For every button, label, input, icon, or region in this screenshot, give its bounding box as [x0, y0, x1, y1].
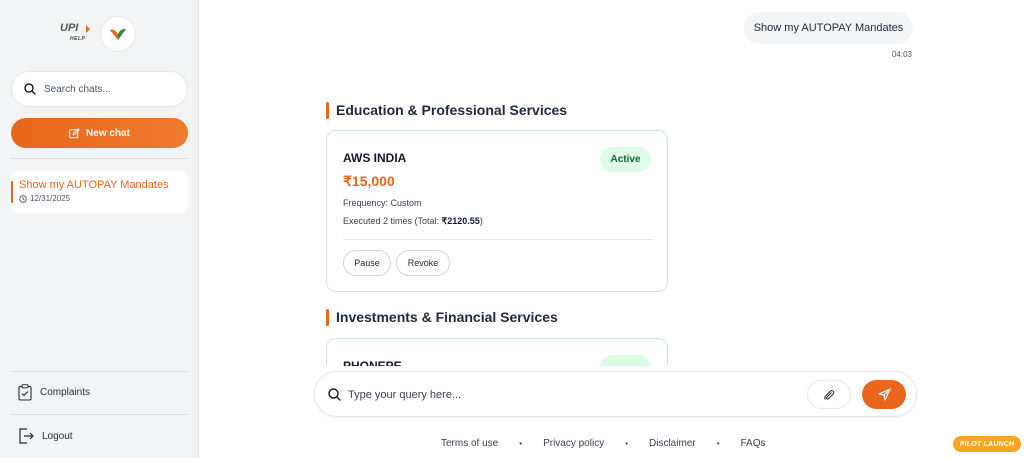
message-timestamp: 04:03	[891, 50, 912, 59]
separator-dot: •	[519, 439, 523, 448]
clock-icon	[19, 194, 27, 203]
separator-dot: •	[716, 439, 720, 448]
logout-link[interactable]: Logout	[18, 428, 73, 444]
attach-button[interactable]	[807, 380, 851, 409]
revoke-button[interactable]: Revoke	[396, 250, 450, 276]
edit-icon	[69, 127, 80, 138]
execution-prefix: Executed 2 times (Total:	[343, 216, 442, 226]
complaints-link[interactable]: Complaints	[18, 384, 90, 401]
clipboard-check-icon	[18, 384, 32, 401]
user-message-text: Show my AUTOPAY Mandates	[753, 22, 904, 34]
category-heading: Education & Professional Services	[326, 102, 567, 119]
leaf-icon	[110, 28, 126, 40]
faqs-link[interactable]: FAQs	[741, 438, 766, 449]
execution-total: ₹2120.55	[441, 216, 480, 226]
search-icon	[24, 83, 36, 95]
send-button[interactable]	[862, 380, 906, 409]
query-input[interactable]	[348, 384, 788, 406]
paperclip-icon	[824, 389, 835, 400]
search-chats-input[interactable]	[44, 83, 174, 95]
chat-history-date-text: 12/31/2025	[30, 194, 71, 203]
privacy-policy-link[interactable]: Privacy policy	[543, 438, 604, 449]
chat-history-date: 12/31/2025	[19, 194, 180, 203]
mandate-execution-summary: Executed 2 times (Total: ₹2120.55)	[343, 216, 483, 227]
card-divider	[343, 239, 653, 240]
logout-label: Logout	[42, 430, 73, 442]
pilot-launch-badge: PILOT LAUNCH	[953, 436, 1021, 452]
merchant-name: AWS INDIA	[343, 151, 407, 165]
help-logo-text: HELP	[70, 36, 86, 42]
sidebar-divider	[11, 414, 188, 415]
footer-links: Terms of use • Privacy policy • Disclaim…	[441, 438, 766, 449]
new-chat-label: New chat	[86, 127, 130, 139]
logo-row: UPI HELP	[60, 16, 136, 52]
terms-of-use-link[interactable]: Terms of use	[441, 438, 498, 449]
query-composer	[314, 371, 917, 417]
status-badge: Active	[600, 147, 651, 172]
chat-history-title: Show my AUTOPAY Mandates	[19, 179, 169, 191]
sidebar-divider	[11, 371, 188, 372]
category-heading: Investments & Financial Services	[326, 309, 558, 326]
complaints-label: Complaints	[40, 387, 91, 398]
mandate-amount: ₹15,000	[343, 173, 395, 189]
mandate-card: AWS INDIA Active ₹15,000 Frequency: Cust…	[326, 130, 668, 292]
chat-history-item[interactable]: Show my AUTOPAY Mandates 12/31/2025	[11, 171, 188, 213]
upi-arrow-icon	[86, 25, 90, 33]
send-icon	[877, 388, 891, 401]
sidebar-divider	[11, 158, 188, 159]
mandate-frequency: Frequency: Custom	[343, 198, 422, 208]
new-chat-button[interactable]: New chat	[11, 118, 188, 148]
upi-help-logo: UPI HELP	[60, 23, 90, 45]
sidebar: UPI HELP New chat Show my AUTOPAY Mandat…	[0, 0, 199, 458]
execution-suffix: )	[479, 216, 483, 226]
separator-dot: •	[625, 439, 629, 448]
logout-icon	[19, 428, 34, 444]
pause-button[interactable]: Pause	[343, 250, 391, 276]
user-message-bubble: Show my AUTOPAY Mandates	[744, 12, 913, 44]
organization-logo	[100, 16, 136, 52]
search-icon	[328, 388, 341, 401]
disclaimer-link[interactable]: Disclaimer	[649, 438, 696, 449]
search-chats-field[interactable]	[11, 71, 188, 107]
